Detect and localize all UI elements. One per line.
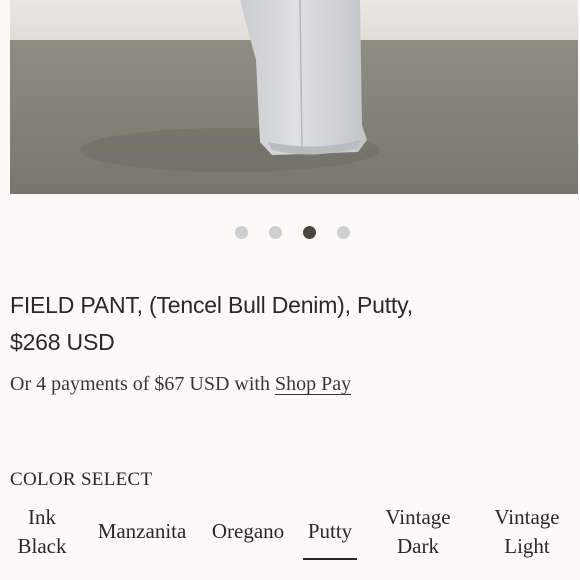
color-option-manzanita[interactable]: Manzanita — [91, 517, 193, 546]
installments-info: Or 4 payments of $67 USD with Shop Pay — [10, 373, 351, 396]
carousel-dot-1[interactable] — [235, 226, 248, 239]
shop-pay-link[interactable]: Shop Pay — [275, 373, 351, 395]
color-option-label: Dark — [397, 534, 439, 558]
color-option-ink-black[interactable]: Ink Black — [11, 503, 73, 561]
color-option-label: Manzanita — [97, 519, 187, 543]
carousel-dot-4[interactable] — [337, 226, 350, 239]
color-option-label: Oregano — [211, 519, 285, 543]
color-option-oregano[interactable]: Oregano — [208, 517, 288, 546]
carousel-dot-2[interactable] — [269, 226, 282, 239]
installments-text: Or 4 payments of $67 USD with — [10, 373, 275, 395]
product-image[interactable] — [10, 0, 578, 194]
color-option-label: Light — [504, 534, 550, 558]
color-option-label: Putty — [307, 519, 353, 543]
color-option-label: Ink — [28, 505, 56, 529]
color-option-vintage-dark[interactable]: Vintage Dark — [380, 503, 456, 561]
carousel-dot-3[interactable] — [303, 226, 316, 239]
color-option-label: Vintage — [494, 505, 560, 529]
color-option-vintage-light[interactable]: Vintage Light — [489, 503, 565, 561]
product-title: FIELD PANT, (Tencel Bull Denim), Putty, — [10, 292, 413, 318]
color-option-label: Vintage — [385, 505, 451, 529]
product-title-block: FIELD PANT, (Tencel Bull Denim), Putty, … — [10, 287, 570, 361]
color-option-putty[interactable]: Putty — [303, 517, 357, 560]
carousel-pagination — [235, 226, 350, 239]
color-option-label: Black — [17, 534, 67, 558]
color-select-heading: COLOR SELECT — [10, 469, 153, 490]
product-price: $268 USD — [10, 329, 115, 355]
